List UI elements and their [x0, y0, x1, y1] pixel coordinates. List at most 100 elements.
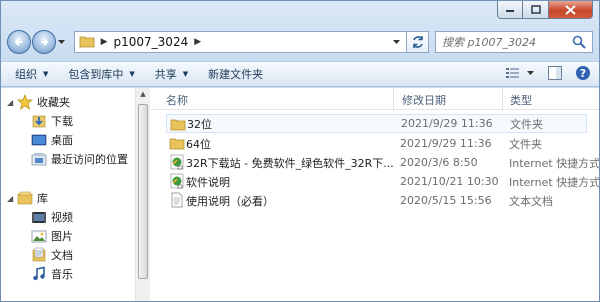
nav-item-label: 最近访问的位置	[51, 153, 128, 166]
forward-button[interactable]	[31, 30, 56, 54]
maximize-icon	[530, 5, 541, 14]
file-type: 文件夹	[509, 137, 542, 151]
breadcrumb-current[interactable]: p1007_3024	[114, 35, 189, 49]
command-bar: 组织 ▼ 包含到库中 ▼ 共享 ▼ 新建文件夹 ?	[1, 61, 599, 87]
share-label: 共享	[154, 68, 177, 81]
nav-item-label: 文档	[51, 249, 73, 262]
internet-shortcut-icon	[169, 173, 185, 189]
nav-libraries-label: 库	[37, 192, 48, 205]
download-icon	[31, 113, 47, 129]
search-input[interactable]	[442, 35, 592, 49]
library-icon	[17, 190, 33, 206]
nav-item-desktop[interactable]: 桌面	[31, 132, 73, 148]
change-view-button[interactable]	[505, 66, 535, 80]
nav-item-label: 下载	[51, 115, 73, 128]
folder-icon	[170, 116, 186, 132]
nav-item-documents[interactable]: 文档	[31, 247, 73, 263]
maximize-button[interactable]	[523, 1, 549, 19]
refresh-button[interactable]	[407, 31, 429, 53]
scroll-up-icon[interactable]: ▲	[136, 90, 150, 98]
nav-item-downloads[interactable]: 下载	[31, 113, 73, 129]
file-type: Internet 快捷方式	[509, 175, 599, 189]
back-button[interactable]	[7, 30, 31, 54]
preview-pane-button[interactable]	[547, 65, 563, 81]
caption-buttons	[497, 1, 593, 19]
recent-places-icon	[31, 151, 47, 167]
refresh-icon	[412, 36, 423, 48]
desktop-icon	[31, 132, 47, 148]
nav-item-pictures[interactable]: 图片	[31, 228, 73, 244]
organize-menu[interactable]: 组织 ▼	[15, 66, 48, 82]
column-header-type[interactable]: 类型	[510, 92, 532, 108]
preview-pane-icon	[548, 66, 562, 80]
help-button[interactable]: ?	[575, 65, 591, 81]
navigation-scrollbar[interactable]: ▲	[135, 88, 150, 301]
file-list: 名称 修改日期 类型 32位 2021/9/29 11:36 文件夹 64位 2…	[151, 88, 599, 301]
chevron-down-icon: ▼	[43, 70, 49, 78]
file-name: 软件说明	[186, 175, 230, 189]
file-date: 2021/9/29 11:36	[400, 137, 492, 150]
nav-item-recent-places[interactable]: 最近访问的位置	[31, 151, 128, 167]
column-header-row: 名称 修改日期 类型	[151, 88, 599, 110]
address-history-dropdown[interactable]	[388, 34, 404, 50]
address-bar[interactable]: ▶ p1007_3024 ▶	[73, 31, 408, 53]
recent-pages-dropdown[interactable]	[56, 39, 68, 45]
share-menu[interactable]: 共享 ▼	[155, 66, 188, 82]
file-date: 2021/10/21 10:30	[400, 175, 499, 188]
file-row-32r-shortcut[interactable]: 32R下载站 - 免费软件_绿色软件_32R下... 2020/3/6 8:50…	[166, 153, 599, 172]
nav-favorites[interactable]: ◢ 收藏夹	[7, 94, 70, 110]
file-date: 2020/3/6 8:50	[400, 156, 478, 169]
view-options-icon	[506, 68, 519, 78]
nav-item-label: 桌面	[51, 134, 73, 147]
column-header-date[interactable]: 修改日期	[402, 92, 446, 108]
file-name: 32R下载站 - 免费软件_绿色软件_32R下...	[186, 156, 394, 170]
new-folder-label: 新建文件夹	[208, 68, 264, 81]
breadcrumb-separator-icon[interactable]: ▶	[101, 37, 108, 47]
file-row-software-readme[interactable]: 软件说明 2021/10/21 10:30 Internet 快捷方式	[166, 172, 599, 191]
new-folder-button[interactable]: 新建文件夹	[208, 66, 263, 82]
search-box[interactable]	[435, 31, 593, 53]
column-header-name[interactable]: 名称	[166, 92, 188, 108]
content-area: ◢ 收藏夹 下载 桌面 最近访问的位置 ◢ 库 视频 图片 文档 音乐 ▲ 名称…	[1, 88, 599, 301]
include-in-library-label: 包含到库中	[68, 68, 124, 81]
nav-item-videos[interactable]: 视频	[31, 209, 73, 225]
explorer-window: ▶ p1007_3024 ▶ 组织▼ 包含到库中▼ 共享▼ 新建文件	[0, 0, 600, 302]
pictures-icon	[31, 228, 47, 244]
nav-libraries[interactable]: ◢ 库	[7, 190, 48, 206]
collapse-arrow-icon[interactable]: ◢	[7, 98, 17, 107]
video-icon	[31, 209, 47, 225]
scrollbar-thumb[interactable]	[138, 104, 148, 279]
nav-item-label: 音乐	[51, 268, 73, 281]
file-row-64bit[interactable]: 64位 2021/9/29 11:36 文件夹	[166, 134, 587, 153]
folder-icon	[79, 34, 95, 51]
file-name: 64位	[186, 137, 211, 151]
forward-arrow-icon	[40, 38, 49, 46]
nav-item-label: 图片	[51, 230, 73, 243]
nav-favorites-label: 收藏夹	[37, 96, 70, 109]
chevron-down-icon: ▼	[129, 70, 135, 78]
column-divider[interactable]	[393, 88, 394, 110]
breadcrumb-separator-icon[interactable]: ▶	[194, 37, 201, 47]
file-row-usage-notes[interactable]: 使用说明（必看） 2020/5/15 15:56 文本文档	[166, 191, 587, 210]
minimize-button[interactable]	[497, 1, 523, 19]
nav-item-music[interactable]: 音乐	[31, 266, 73, 282]
organize-label: 组织	[15, 68, 37, 81]
file-date: 2020/5/15 15:56	[400, 194, 492, 207]
close-button[interactable]	[549, 1, 593, 19]
address-row: ▶ p1007_3024 ▶	[7, 29, 593, 55]
back-arrow-icon	[14, 38, 22, 46]
search-icon[interactable]	[572, 35, 586, 52]
internet-shortcut-icon	[169, 154, 185, 170]
documents-icon	[31, 247, 47, 263]
file-name: 使用说明（必看）	[186, 194, 274, 208]
file-row-32bit[interactable]: 32位 2021/9/29 11:36 文件夹	[166, 114, 587, 133]
close-icon	[565, 4, 576, 15]
chevron-down-icon	[392, 39, 400, 44]
folder-icon	[169, 135, 185, 151]
include-in-library-menu[interactable]: 包含到库中 ▼	[68, 66, 134, 82]
navigation-pane: ◢ 收藏夹 下载 桌面 最近访问的位置 ◢ 库 视频 图片 文档 音乐	[1, 88, 135, 301]
collapse-arrow-icon[interactable]: ◢	[7, 194, 17, 203]
file-name: 32位	[187, 117, 212, 131]
column-divider[interactable]	[502, 88, 503, 110]
file-type: 文本文档	[509, 194, 553, 208]
